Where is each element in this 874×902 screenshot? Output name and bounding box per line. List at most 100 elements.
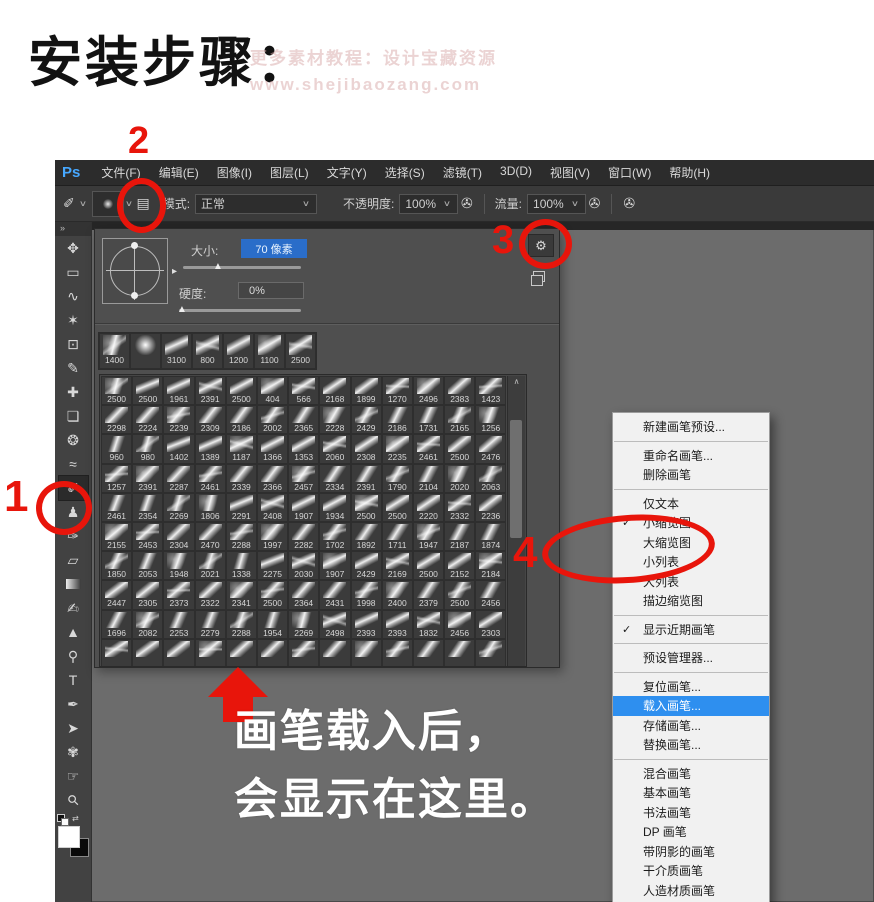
brush-preset[interactable]: 2339 xyxy=(226,464,257,493)
brush-preset[interactable]: 2456 xyxy=(475,580,506,609)
dodge-tool[interactable]: ▲ xyxy=(59,620,88,644)
brush-preset[interactable] xyxy=(226,639,257,667)
brush-preset[interactable]: 2332 xyxy=(444,493,475,522)
scrollbar-thumb[interactable] xyxy=(510,420,522,538)
brush-preset[interactable] xyxy=(163,639,194,667)
brush-preset[interactable]: 2021 xyxy=(195,551,226,580)
brush-preset[interactable]: 2168 xyxy=(319,376,350,405)
brush-preset[interactable]: 1850 xyxy=(101,551,132,580)
context-menu-item[interactable]: 新建画笔预设... xyxy=(613,417,769,437)
brush-preset[interactable]: 2239 xyxy=(163,405,194,434)
brush-preset[interactable]: 2152 xyxy=(444,551,475,580)
brush-preset[interactable]: 1338 xyxy=(226,551,257,580)
brush-preset[interactable]: 2461 xyxy=(195,464,226,493)
brush-preset[interactable]: 2500 xyxy=(257,580,288,609)
brush-preset[interactable] xyxy=(132,639,163,667)
move-tool[interactable]: ✥ xyxy=(59,236,88,260)
brush-preset[interactable]: 1947 xyxy=(413,522,444,551)
scrollbar[interactable]: ∧ xyxy=(507,376,525,666)
brush-preset[interactable]: 2391 xyxy=(195,376,226,405)
menubar-item[interactable]: 滤镜(T) xyxy=(434,164,491,181)
brush-preset[interactable]: 2309 xyxy=(195,405,226,434)
brush-preset[interactable]: 1998 xyxy=(351,580,382,609)
brush-preset[interactable]: 2364 xyxy=(288,580,319,609)
context-menu-item[interactable]: 基本画笔 xyxy=(613,783,769,803)
brush-preset[interactable]: 3100 xyxy=(161,333,192,369)
context-menu-item[interactable]: 复位画笔... xyxy=(613,677,769,697)
brush-preset[interactable]: 2365 xyxy=(288,405,319,434)
context-menu-item[interactable]: 人造材质画笔 xyxy=(613,881,769,901)
brush-preset[interactable] xyxy=(475,639,506,667)
size-slider-thumb[interactable]: ▲ xyxy=(213,262,223,272)
menubar-item[interactable]: 图像(I) xyxy=(208,164,261,181)
brush-preset[interactable] xyxy=(444,639,475,667)
context-menu-item[interactable]: 载入画笔... xyxy=(613,696,769,716)
brush-preset[interactable]: 1790 xyxy=(382,464,413,493)
context-menu-item[interactable]: 描边缩览图 xyxy=(613,591,769,611)
brush-preset[interactable]: 1731 xyxy=(413,405,444,434)
brush-preset[interactable]: 1948 xyxy=(163,551,194,580)
brush-preset[interactable]: 2104 xyxy=(413,464,444,493)
brush-preset[interactable]: 1423 xyxy=(475,376,506,405)
opacity-select[interactable]: 100% ∨ xyxy=(399,194,458,214)
size-slider[interactable]: ▲ xyxy=(183,266,301,269)
brush-preset[interactable] xyxy=(413,639,444,667)
brush-preset[interactable]: 1892 xyxy=(351,522,382,551)
brush-preset[interactable]: 2288 xyxy=(226,610,257,639)
context-menu-item[interactable]: 带阴影的画笔 xyxy=(613,842,769,862)
brush-preset[interactable]: 2496 xyxy=(413,376,444,405)
shape-tool[interactable]: ✾ xyxy=(59,740,88,764)
brush-preset[interactable]: 960 xyxy=(101,434,132,463)
brush-preset[interactable]: 2308 xyxy=(351,434,382,463)
brush-preset[interactable]: 2456 xyxy=(444,610,475,639)
brush-preset[interactable] xyxy=(288,639,319,667)
menubar-item[interactable]: 编辑(E) xyxy=(150,164,208,181)
context-menu-item[interactable]: 删除画笔 xyxy=(613,465,769,485)
menubar-item[interactable]: 帮助(H) xyxy=(660,164,719,181)
smudge-tool[interactable]: ✍ xyxy=(59,596,88,620)
brush-preset[interactable]: 2063 xyxy=(475,464,506,493)
brush-preset[interactable] xyxy=(257,639,288,667)
brush-preset[interactable]: 2453 xyxy=(132,522,163,551)
burn-tool[interactable]: ⚲ xyxy=(59,644,88,668)
brush-preset[interactable]: 2304 xyxy=(163,522,194,551)
brush-preset[interactable]: 1961 xyxy=(163,376,194,405)
brush-preset[interactable]: 2184 xyxy=(475,551,506,580)
context-menu-item[interactable]: 预设管理器... xyxy=(613,648,769,668)
menubar-item[interactable]: 视图(V) xyxy=(541,164,599,181)
lasso-tool[interactable]: ∿ xyxy=(59,284,88,308)
menubar-item[interactable]: 文字(Y) xyxy=(318,164,376,181)
brush-preset[interactable]: 2500 xyxy=(382,493,413,522)
brush-tool-icon[interactable]: ✐ xyxy=(63,195,75,212)
brush-preset[interactable]: 2169 xyxy=(382,551,413,580)
brush-preset[interactable]: 2305 xyxy=(132,580,163,609)
brush-preset[interactable]: 1696 xyxy=(101,610,132,639)
brush-preset[interactable]: 2186 xyxy=(226,405,257,434)
brush-preset[interactable]: 1832 xyxy=(413,610,444,639)
brush-preset[interactable]: 1400 xyxy=(99,333,130,369)
brush-preset[interactable]: 2275 xyxy=(257,551,288,580)
brush-preset[interactable]: 2322 xyxy=(195,580,226,609)
flow-pressure-icon[interactable]: ✇ xyxy=(623,195,635,212)
eraser-tool[interactable]: ▱ xyxy=(59,548,88,572)
context-menu-item[interactable]: DP 画笔 xyxy=(613,822,769,842)
brush-preset[interactable]: 2053 xyxy=(132,551,163,580)
healing-brush-tool[interactable]: ✚ xyxy=(59,380,88,404)
brush-preset[interactable]: 2500 xyxy=(101,376,132,405)
brush-preset[interactable]: 1200 xyxy=(223,333,254,369)
brush-preset[interactable]: 2082 xyxy=(132,610,163,639)
brush-angle-widget[interactable]: ▸ xyxy=(102,238,168,304)
brush-preset[interactable] xyxy=(382,639,413,667)
brush-preset[interactable]: 2282 xyxy=(288,522,319,551)
quick-selection-tool[interactable]: ✶ xyxy=(59,308,88,332)
brush-preset[interactable]: 1997 xyxy=(257,522,288,551)
brush-preset[interactable]: 2279 xyxy=(195,610,226,639)
path-selection-tool[interactable]: ➤ xyxy=(59,716,88,740)
type-tool[interactable]: T xyxy=(59,668,88,692)
brush-preset[interactable] xyxy=(130,333,161,369)
brush-preset[interactable]: 2269 xyxy=(163,493,194,522)
brush-preset[interactable]: 1934 xyxy=(319,493,350,522)
foreground-color-swatch[interactable] xyxy=(58,826,80,848)
brush-preset[interactable]: 2236 xyxy=(475,493,506,522)
brush-preset[interactable]: 1402 xyxy=(163,434,194,463)
